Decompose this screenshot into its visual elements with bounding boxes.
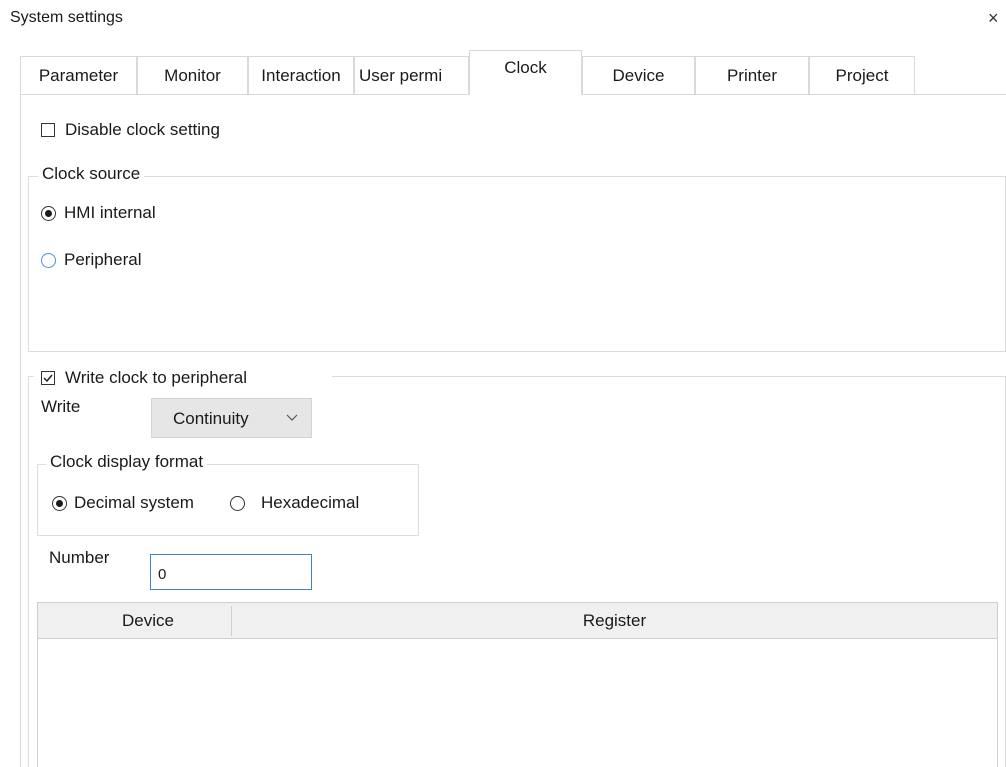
write-clock-checkbox[interactable] [41, 371, 55, 385]
write-clock-label: Write clock to peripheral [65, 368, 248, 387]
tab-interaction[interactable]: Interaction [248, 56, 354, 94]
number-input[interactable]: 0 [150, 554, 312, 590]
tab-printer[interactable]: Printer [695, 56, 809, 94]
tab-label: Interaction [261, 65, 341, 85]
tab-label: Monitor [164, 65, 221, 85]
clock-source-legend: Clock source [38, 164, 145, 184]
write-mode-value: Continuity [173, 409, 249, 428]
device-register-table-header: Device Register [37, 602, 998, 639]
hexadecimal-radio[interactable] [230, 496, 245, 511]
tab-label: Device [612, 65, 665, 85]
tab-label: Printer [726, 65, 778, 85]
hexadecimal-label: Hexadecimal [261, 493, 360, 512]
column-header-register[interactable]: Register [232, 603, 997, 638]
peripheral-radio[interactable] [41, 253, 56, 268]
tab-device[interactable]: Device [582, 56, 695, 94]
tab-user-permission[interactable]: User permi [354, 56, 469, 94]
tab-label: Project [835, 65, 889, 85]
decimal-system-radio[interactable] [52, 496, 67, 511]
peripheral-label: Peripheral [64, 250, 142, 269]
tab-parameter[interactable]: Parameter [20, 56, 137, 94]
disable-clock-label: Disable clock setting [65, 120, 220, 139]
hmi-internal-radio[interactable] [41, 206, 56, 221]
window-title: System settings [10, 9, 123, 26]
clock-display-format-legend: Clock display format [46, 452, 208, 472]
tab-label: Parameter [38, 65, 119, 85]
write-label: Write [41, 397, 81, 416]
tab-label: User permi [359, 65, 443, 85]
clock-source-group [28, 176, 1006, 352]
chevron-down-icon [286, 414, 298, 421]
column-header-device[interactable]: Device [38, 603, 258, 638]
number-label: Number [49, 548, 110, 567]
tab-project[interactable]: Project [809, 56, 915, 94]
tab-monitor[interactable]: Monitor [137, 56, 248, 94]
device-register-table-body[interactable] [37, 639, 998, 767]
write-mode-select[interactable]: Continuity [151, 398, 312, 438]
hmi-internal-label: HMI internal [64, 203, 156, 222]
tab-strip: Parameter Monitor Interaction User permi… [20, 50, 1006, 95]
tab-label: Clock [504, 58, 547, 77]
decimal-system-label: Decimal system [74, 493, 194, 512]
check-icon [43, 374, 53, 383]
disable-clock-checkbox[interactable] [41, 123, 55, 137]
tab-clock[interactable]: Clock [469, 50, 582, 95]
close-icon[interactable]: × [988, 8, 999, 29]
number-input-value: 0 [158, 566, 167, 583]
